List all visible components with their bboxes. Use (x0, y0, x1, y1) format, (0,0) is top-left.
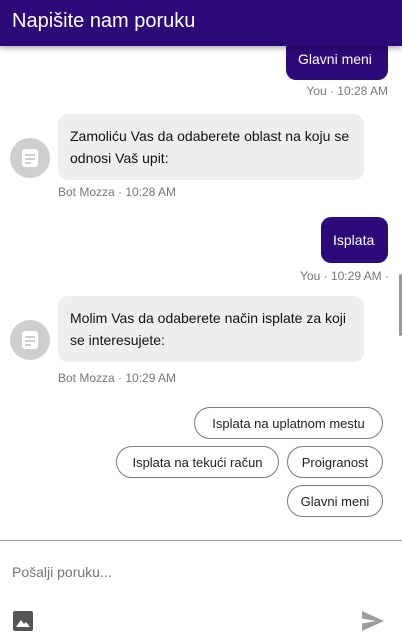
bot-message-text: Molim Vas da odaberete način isplate za … (70, 310, 347, 348)
page-title: Napišite nam poruku (12, 10, 196, 32)
document-icon (22, 331, 38, 349)
bot-message-text: Zamoliću Vas da odaberete oblast na koju… (70, 128, 350, 166)
bot-avatar (10, 138, 50, 178)
user-message-text: Glavni meni (298, 51, 372, 67)
send-icon (362, 611, 384, 631)
message-meta: You · 10:29 AM · (300, 269, 389, 283)
user-message-text: Isplata (333, 232, 375, 248)
send-button[interactable] (360, 609, 386, 633)
app-header: Napišite nam poruku (0, 0, 402, 46)
bot-message-bubble: Zamoliću Vas da odaberete oblast na koju… (58, 114, 364, 180)
message-meta: You · 10:28 AM (306, 84, 388, 98)
attach-image-button[interactable] (12, 610, 34, 632)
message-meta: Bot Mozza · 10:28 AM (58, 185, 177, 199)
message-input[interactable] (12, 558, 392, 586)
user-message-bubble: Glavni meni (286, 46, 388, 80)
user-message-bubble: Isplata (321, 217, 388, 263)
composer-divider (0, 540, 402, 541)
quick-reply-glavni-meni[interactable]: Glavni meni (287, 485, 383, 517)
quick-reply-isplata-tekuci-racun[interactable]: Isplata na tekući račun (116, 446, 279, 478)
quick-reply-proigranost[interactable]: Proigranost (287, 446, 383, 478)
chat-history[interactable]: Glavni meni You · 10:28 AM Zamoliću Vas … (0, 46, 402, 540)
image-icon (13, 611, 33, 631)
message-meta: Bot Mozza · 10:29 AM (58, 371, 177, 385)
bot-message-bubble: Molim Vas da odaberete način isplate za … (58, 296, 364, 362)
quick-reply-isplata-uplatno-mesto[interactable]: Isplata na uplatnom mestu (194, 407, 383, 439)
bot-avatar (10, 320, 50, 360)
document-icon (22, 149, 38, 167)
